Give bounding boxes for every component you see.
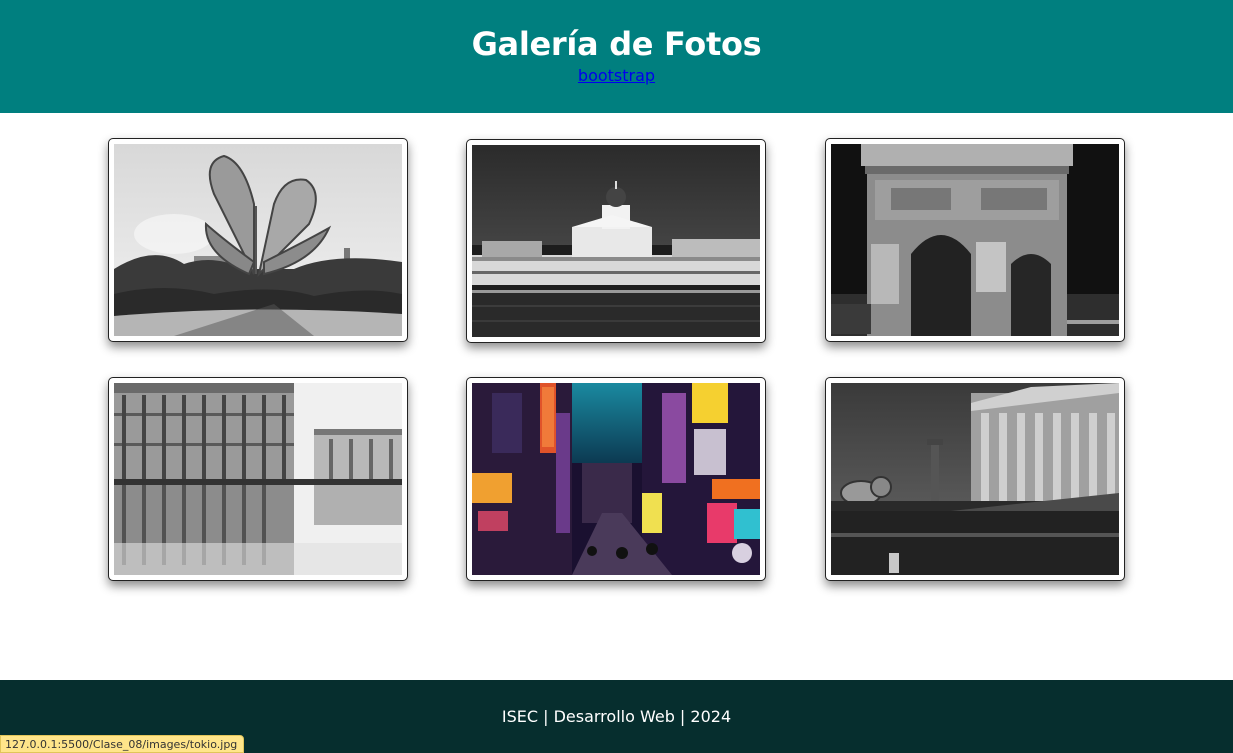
bootstrap-link[interactable]: bootstrap	[0, 66, 1233, 86]
browser-status-url: 127.0.0.1:5500/Clase_08/images/tokio.jpg	[0, 735, 245, 753]
gallery-card-buenos-aires[interactable]	[825, 377, 1125, 581]
gallery-card-hermitage[interactable]	[108, 377, 408, 581]
footer-text: ISEC | Desarrollo Web | 2024	[501, 707, 732, 726]
photo-helsinki[interactable]	[472, 145, 760, 337]
page-title: Galería de Fotos	[471, 25, 762, 63]
photo-buenos-aires[interactable]	[831, 383, 1119, 575]
photo-tokio[interactable]	[472, 383, 760, 575]
gallery-card-arco[interactable]	[825, 138, 1125, 342]
gallery-card-tokio[interactable]	[466, 377, 766, 581]
photo-hermitage[interactable]	[114, 383, 402, 575]
page-header: Galería de Fotos bootstrap	[0, 0, 1233, 113]
photo-arco-triunfo[interactable]	[831, 144, 1119, 336]
photo-floralis[interactable]	[114, 144, 402, 336]
gallery-card-helsinki[interactable]	[466, 139, 766, 343]
photo-gallery	[0, 113, 1233, 680]
gallery-card-floralis[interactable]	[108, 138, 408, 342]
